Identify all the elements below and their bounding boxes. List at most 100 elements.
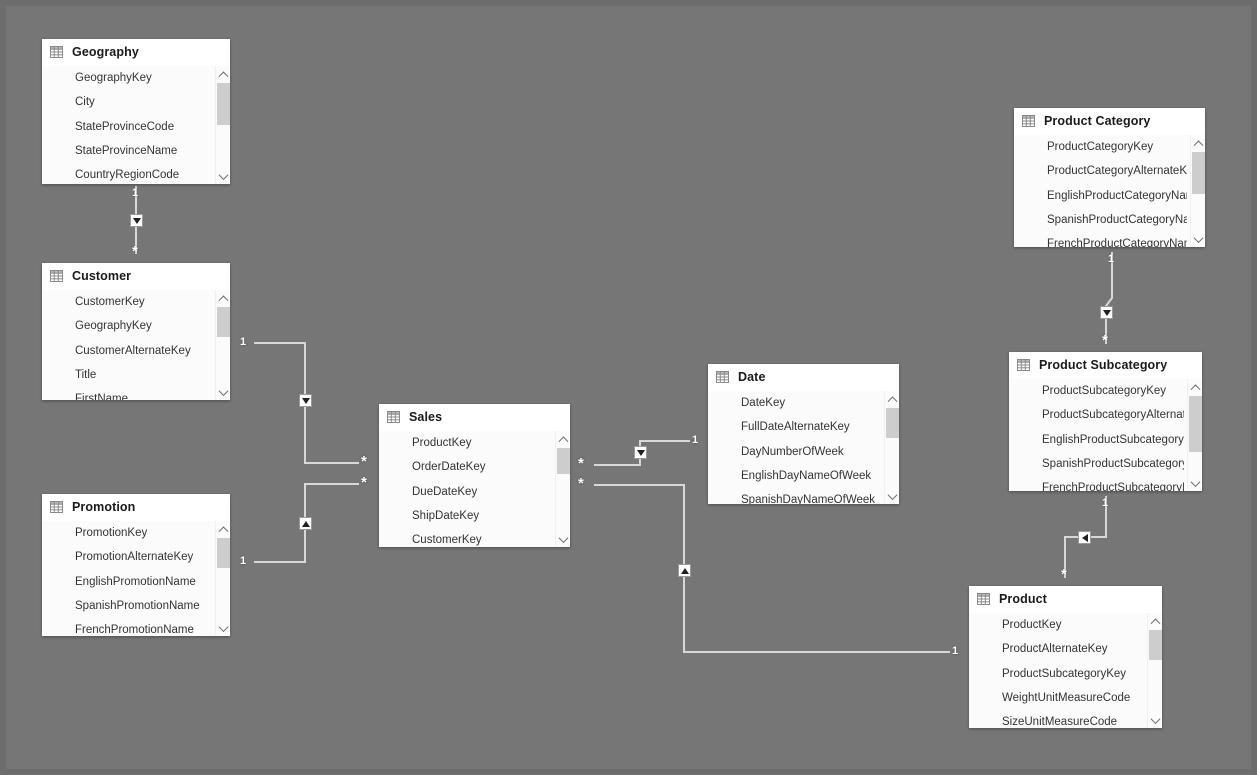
table-card-product-category[interactable]: Product Category ProductCategoryKey Produc… <box>1014 108 1205 247</box>
scroll-down-chevron-icon[interactable] <box>216 385 230 400</box>
scroll-down-chevron-icon[interactable] <box>556 532 570 547</box>
scroll-down-chevron-icon[interactable] <box>885 489 899 504</box>
table-header[interactable]: Sales <box>379 404 570 431</box>
field-row[interactable]: ΣProductSubcategoryAlternateKey <box>1042 403 1184 427</box>
field-list-container[interactable]: DateKey FullDateAlternateKey ΣDayNumberOfW… <box>708 391 899 504</box>
field-row[interactable]: ProductKey <box>412 431 552 455</box>
scrollbar-thumb[interactable] <box>886 408 899 438</box>
field-row[interactable]: PromotionKey <box>75 521 212 545</box>
relationship-line-productcategory-productsubcategory[interactable] <box>1105 252 1113 344</box>
field-row[interactable]: EnglishProductSubcategoryName <box>1042 428 1184 452</box>
table-card-product[interactable]: Product ProductKey ProductAlternateKey Prod… <box>969 586 1162 728</box>
vertical-scrollbar[interactable] <box>215 66 230 184</box>
scrollbar-thumb[interactable] <box>217 83 230 125</box>
scrollbar-thumb[interactable] <box>1189 396 1202 452</box>
field-row[interactable]: CustomerAlternateKey <box>75 339 212 363</box>
cross-filter-arrow-icon-geography-customer[interactable] <box>130 214 143 227</box>
field-list-container[interactable]: GeographyKey City StateProvinceCode StatePr… <box>42 66 230 184</box>
vertical-scrollbar[interactable] <box>1190 135 1205 247</box>
field-list-container[interactable]: ProductKey ΣOrderDateKey DueDateKey ΣShipDa… <box>379 431 570 547</box>
cross-filter-arrow-icon-promotion-sales[interactable] <box>299 517 312 530</box>
scrollbar-thumb[interactable] <box>1192 152 1205 194</box>
field-row[interactable]: SizeUnitMeasureCode <box>1002 710 1144 728</box>
scroll-up-chevron-icon[interactable] <box>216 66 230 82</box>
field-row[interactable]: CountryRegionCode <box>75 163 212 184</box>
field-list-container[interactable]: ProductSubcategoryKey ΣProductSubcategory… <box>1009 379 1202 491</box>
table-card-geography[interactable]: Geography GeographyKey City StateProvinceCo… <box>42 39 230 184</box>
table-header[interactable]: Product Category <box>1014 108 1205 135</box>
field-row[interactable]: SpanishProductCategoryName <box>1047 208 1187 232</box>
scroll-up-chevron-icon[interactable] <box>1188 379 1202 395</box>
field-row[interactable]: SpanishProductSubcategoryName <box>1042 452 1184 476</box>
field-row[interactable]: FrenchProductSubcategoryName <box>1042 476 1184 491</box>
cross-filter-arrow-icon-sales-product[interactable] <box>678 564 691 577</box>
scrollbar-thumb[interactable] <box>217 307 230 337</box>
field-row[interactable]: ProductCategoryAlternateKey <box>1047 159 1187 183</box>
table-header[interactable]: Product Subcategory <box>1009 352 1202 379</box>
field-row[interactable]: ΣShipDateKey <box>412 504 552 528</box>
field-list-container[interactable]: CustomerKey GeographyKey CustomerAlternate… <box>42 290 230 400</box>
vertical-scrollbar[interactable] <box>555 431 570 547</box>
field-row[interactable]: SpanishDayNameOfWeek <box>741 488 881 504</box>
field-row[interactable]: StateProvinceName <box>75 139 212 163</box>
scroll-down-chevron-icon[interactable] <box>1148 713 1162 728</box>
field-row[interactable]: SpanishPromotionName <box>75 594 212 618</box>
scrollbar-thumb[interactable] <box>1149 630 1162 660</box>
field-row[interactable]: StateProvinceCode <box>75 115 212 139</box>
field-row[interactable]: CustomerKey <box>75 290 212 314</box>
scroll-down-chevron-icon[interactable] <box>216 169 230 184</box>
field-row[interactable]: ΣDayNumberOfWeek <box>741 440 881 464</box>
scroll-down-chevron-icon[interactable] <box>216 621 230 636</box>
scroll-up-chevron-icon[interactable] <box>1148 613 1162 629</box>
field-row[interactable]: EnglishPromotionName <box>75 570 212 594</box>
field-list-container[interactable]: ProductKey ProductAlternateKey ProductSubc… <box>969 613 1162 728</box>
field-row[interactable]: WeightUnitMeasureCode <box>1002 686 1144 710</box>
field-row[interactable]: EnglishDayNameOfWeek <box>741 464 881 488</box>
scroll-up-chevron-icon[interactable] <box>885 391 899 407</box>
field-row[interactable]: EnglishProductCategoryName <box>1047 184 1187 208</box>
table-header[interactable]: Customer <box>42 263 230 290</box>
field-row[interactable]: ProductKey <box>1002 613 1144 637</box>
table-header[interactable]: Product <box>969 586 1162 613</box>
scroll-down-chevron-icon[interactable] <box>1191 232 1205 247</box>
table-header[interactable]: Date <box>708 364 899 391</box>
field-row[interactable]: FrenchProductCategoryName <box>1047 232 1187 247</box>
field-row[interactable]: DateKey <box>741 391 881 415</box>
field-row[interactable]: City <box>75 90 212 114</box>
cross-filter-arrow-icon-sales-date[interactable] <box>634 446 647 459</box>
field-row[interactable]: FrenchPromotionName <box>75 618 212 636</box>
vertical-scrollbar[interactable] <box>1187 379 1202 491</box>
field-row[interactable]: PromotionAlternateKey <box>75 545 212 569</box>
field-row[interactable]: ProductAlternateKey <box>1002 637 1144 661</box>
field-list-container[interactable]: ProductCategoryKey ProductCategoryAlterna… <box>1014 135 1205 247</box>
table-card-promotion[interactable]: Promotion PromotionKey PromotionAlternateK… <box>42 494 230 636</box>
table-card-product-subcategory[interactable]: Product Subcategory ProductSubcategoryKey… <box>1009 352 1202 491</box>
scrollbar-thumb[interactable] <box>217 538 230 568</box>
scroll-up-chevron-icon[interactable] <box>216 521 230 537</box>
field-row[interactable]: CustomerKey <box>412 528 552 547</box>
vertical-scrollbar[interactable] <box>1147 613 1162 728</box>
scroll-down-chevron-icon[interactable] <box>1188 476 1202 491</box>
cross-filter-arrow-icon-customer-sales[interactable] <box>299 394 312 407</box>
field-row[interactable]: ProductSubcategoryKey <box>1002 662 1144 686</box>
table-header[interactable]: Promotion <box>42 494 230 521</box>
field-row[interactable]: GeographyKey <box>75 314 212 338</box>
field-list-container[interactable]: PromotionKey PromotionAlternateKey English… <box>42 521 230 636</box>
field-row[interactable]: DueDateKey <box>412 480 552 504</box>
field-row[interactable]: ProductSubcategoryKey <box>1042 379 1184 403</box>
scroll-up-chevron-icon[interactable] <box>216 290 230 306</box>
field-row[interactable]: GeographyKey <box>75 66 212 90</box>
vertical-scrollbar[interactable] <box>215 290 230 400</box>
scrollbar-thumb[interactable] <box>557 448 570 474</box>
table-header[interactable]: Geography <box>42 39 230 66</box>
relationship-line-sales-product[interactable] <box>594 484 950 653</box>
model-view-canvas[interactable]: Geography GeographyKey City StateProvinceCo… <box>0 0 1257 775</box>
cross-filter-arrow-icon-productsubcategory-product[interactable] <box>1078 531 1091 544</box>
scroll-up-chevron-icon[interactable] <box>1191 135 1205 151</box>
cross-filter-arrow-icon-productcategory-productsubcategory[interactable] <box>1100 306 1113 319</box>
field-row[interactable]: Title <box>75 363 212 387</box>
table-card-customer[interactable]: Customer CustomerKey GeographyKey CustomerA… <box>42 263 230 400</box>
field-row[interactable]: ProductCategoryKey <box>1047 135 1187 159</box>
field-row[interactable]: FirstName <box>75 387 212 400</box>
scroll-up-chevron-icon[interactable] <box>556 431 570 447</box>
